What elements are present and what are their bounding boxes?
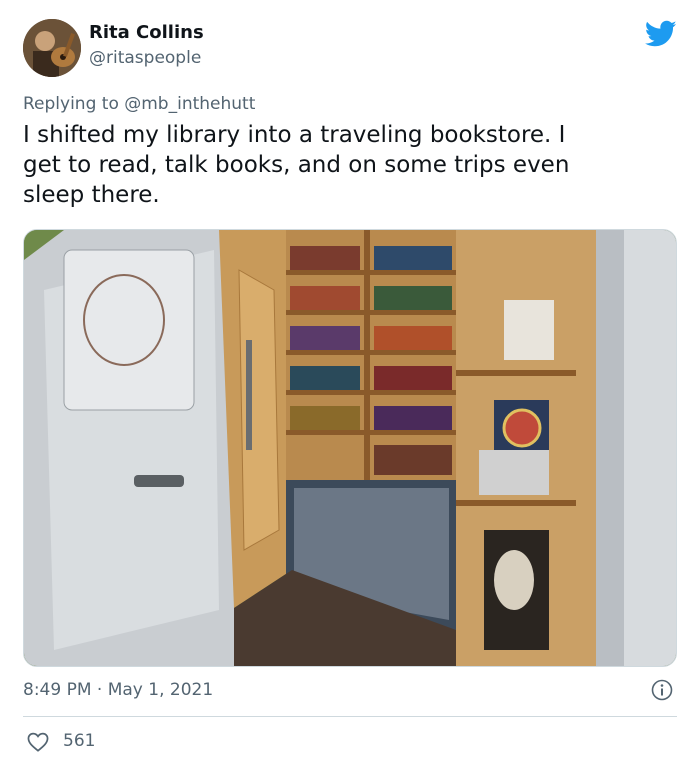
bookstore-van-image — [24, 230, 676, 666]
divider — [23, 716, 677, 717]
author-handle[interactable]: @ritaspeople — [89, 48, 201, 68]
tweet-timestamp[interactable]: 8:49 PM · May 1, 2021 — [23, 680, 213, 700]
twitter-bird-icon[interactable] — [644, 20, 677, 48]
like-count[interactable]: 561 — [63, 731, 95, 751]
avatar[interactable] — [23, 19, 81, 77]
reply-context: Replying to @mb_inthehutt — [23, 94, 255, 114]
reply-mention-link[interactable]: @mb_inthehutt — [124, 94, 255, 114]
author-name[interactable]: Rita Collins — [89, 22, 204, 43]
reply-prefix: Replying to — [23, 94, 125, 114]
tweet-photo[interactable] — [23, 229, 677, 667]
heart-icon[interactable] — [27, 732, 49, 752]
info-icon[interactable] — [651, 679, 673, 701]
tweet-text: I shifted my library into a traveling bo… — [23, 122, 570, 208]
